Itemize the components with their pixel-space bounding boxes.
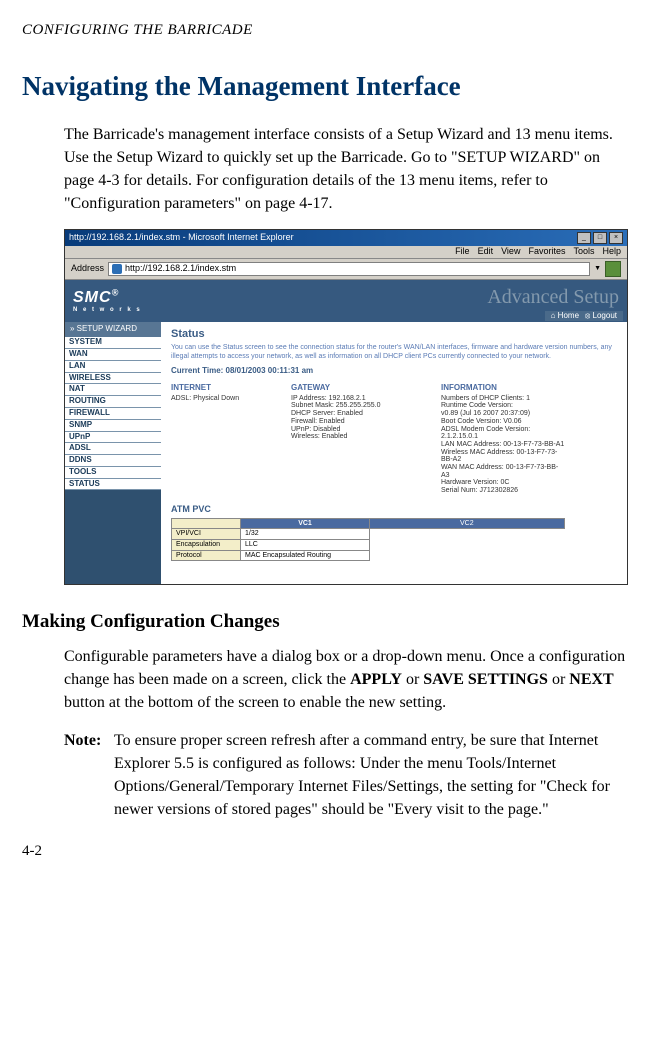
status-panel: Status You can use the Status screen to … <box>161 322 627 584</box>
sidebar-item-routing[interactable]: ROUTING <box>65 396 161 408</box>
sidebar-item-lan[interactable]: LAN <box>65 361 161 373</box>
atm-vc2-header: VC2 <box>369 518 565 530</box>
section-heading: Making Configuration Changes <box>22 609 629 635</box>
sidebar-item-snmp[interactable]: SNMP <box>65 420 161 432</box>
address-bar: Address http://192.168.2.1/index.stm ▼ <box>65 259 627 280</box>
sidebar-item-tools[interactable]: TOOLS <box>65 467 161 479</box>
screenshot-browser-window: http://192.168.2.1/index.stm - Microsoft… <box>64 229 628 585</box>
window-titlebar: http://192.168.2.1/index.stm - Microsoft… <box>65 230 627 246</box>
sidebar-item-nat[interactable]: NAT <box>65 384 161 396</box>
url-text: http://192.168.2.1/index.stm <box>125 264 236 274</box>
menu-tools[interactable]: Tools <box>573 247 594 257</box>
sidebar-item-wan[interactable]: WAN <box>65 349 161 361</box>
sidebar-item-ddns[interactable]: DDNS <box>65 455 161 467</box>
window-controls: _ □ × <box>577 232 623 244</box>
address-label: Address <box>71 264 104 274</box>
note-text: To ensure proper screen refresh after a … <box>114 729 629 822</box>
brand-header: SMC® N e t w o r k s Advanced Setup ⌂ Ho… <box>65 280 627 322</box>
browser-menubar: File Edit View Favorites Tools Help <box>65 246 627 259</box>
logout-link[interactable]: ⦻ Logout <box>585 312 617 321</box>
note-label: Note: <box>64 729 110 752</box>
gateway-column: GATEWAY IP Address: 192.168.2.1 Subnet M… <box>291 384 431 495</box>
sidebar-item-system[interactable]: SYSTEM <box>65 337 161 349</box>
sidebar-item-upnp[interactable]: UPnP <box>65 432 161 444</box>
intro-paragraph: The Barricade's management interface con… <box>64 123 629 216</box>
menu-edit[interactable]: Edit <box>478 247 494 257</box>
sidebar-item-adsl[interactable]: ADSL <box>65 443 161 455</box>
status-title: Status <box>171 328 617 340</box>
setup-wizard-link[interactable]: » SETUP WIZARD <box>65 322 161 337</box>
ie-icon <box>112 264 122 274</box>
sidebar-item-firewall[interactable]: FIREWALL <box>65 408 161 420</box>
home-link[interactable]: ⌂ Home <box>551 312 579 321</box>
menu-help[interactable]: Help <box>602 247 621 257</box>
page-heading: Navigating the Management Interface <box>22 68 629 104</box>
page-number: 4-2 <box>22 841 629 861</box>
sidebar: » SETUP WIZARD SYSTEM WAN LAN WIRELESS N… <box>65 322 161 584</box>
maximize-button[interactable]: □ <box>593 232 607 244</box>
atm-vc1-table: VC1 VPI/VCI1/32 EncapsulationLLC Protoco… <box>171 518 370 562</box>
menu-favorites[interactable]: Favorites <box>528 247 565 257</box>
minimize-button[interactable]: _ <box>577 232 591 244</box>
internet-column: INTERNET ADSL: Physical Down <box>171 384 281 495</box>
sidebar-item-wireless[interactable]: WIRELESS <box>65 373 161 385</box>
close-button[interactable]: × <box>609 232 623 244</box>
window-title: http://192.168.2.1/index.stm - Microsoft… <box>69 233 294 243</box>
menu-view[interactable]: View <box>501 247 520 257</box>
advanced-setup-title: Advanced Setup <box>487 286 619 308</box>
note-block: Note: To ensure proper screen refresh af… <box>64 729 629 822</box>
go-button[interactable] <box>605 261 621 277</box>
sidebar-item-status[interactable]: STATUS <box>65 479 161 491</box>
atm-pvc-title: ATM PVC <box>171 505 617 515</box>
information-column: INFORMATION Numbers of DHCP Clients: 1 R… <box>441 384 564 495</box>
config-paragraph: Configurable parameters have a dialog bo… <box>64 645 629 715</box>
smc-logo: SMC® N e t w o r k s <box>73 289 142 313</box>
address-input[interactable]: http://192.168.2.1/index.stm <box>108 262 590 276</box>
current-time: Current Time: 08/01/2003 00:11:31 am <box>171 367 617 376</box>
menu-file[interactable]: File <box>455 247 470 257</box>
status-description: You can use the Status screen to see the… <box>171 344 617 361</box>
running-header: CONFIGURING THE BARRICADE <box>22 20 629 40</box>
